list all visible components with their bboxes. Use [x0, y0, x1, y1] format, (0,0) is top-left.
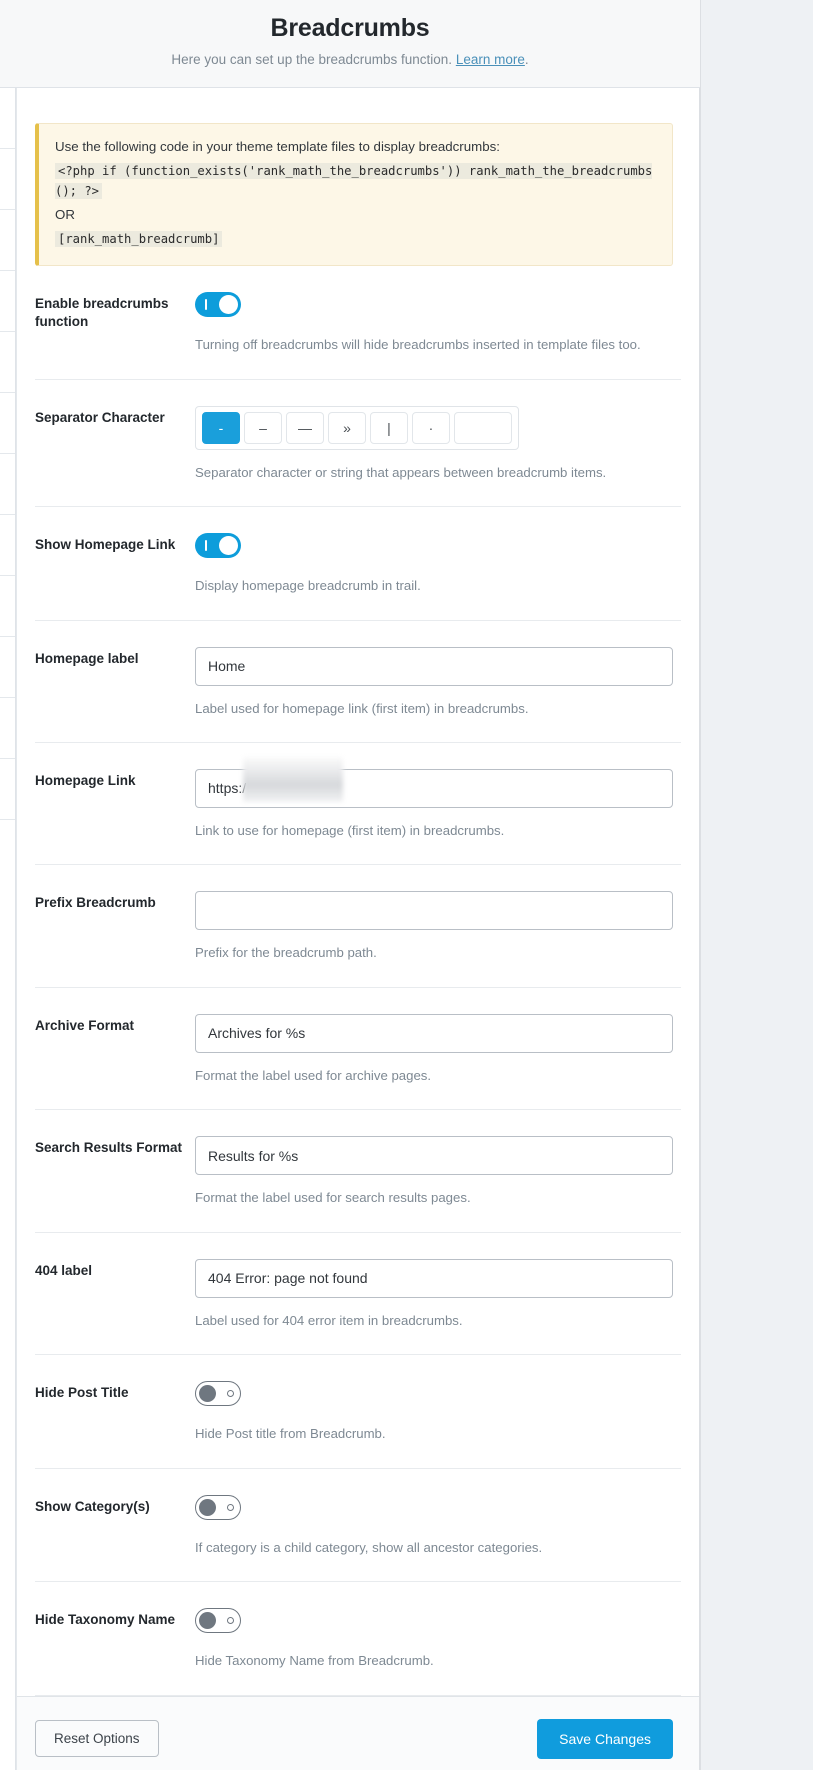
- subtitle-text: Here you can set up the breadcrumbs func…: [171, 52, 453, 67]
- toggle-on-bar-icon: [205, 299, 207, 311]
- reset-options-button[interactable]: Reset Options: [35, 1720, 159, 1758]
- separator-option-middot[interactable]: ·: [412, 411, 450, 444]
- settings-panel: Use the following code in your theme tem…: [16, 88, 700, 1770]
- archive-format-input[interactable]: [195, 1013, 673, 1053]
- setting-row-show-categories: Show Category(s) If category is a child …: [35, 1469, 681, 1583]
- code-notice: Use the following code in your theme tem…: [35, 123, 673, 267]
- learn-more-link[interactable]: Learn more: [456, 52, 525, 67]
- separator-options-group: - – — » | ·: [195, 405, 519, 450]
- homepage-link-wrapper: [195, 756, 673, 808]
- setting-row-homepage-label: Homepage label Label used for homepage l…: [35, 621, 681, 743]
- breadcrumbs-settings-page: Breadcrumbs Here you can set up the brea…: [0, 0, 813, 1770]
- desc-homepage-label: Label used for homepage link (first item…: [195, 700, 529, 716]
- label-archive-format: Archive Format: [35, 1017, 135, 1033]
- toggle-off-ring-icon: [227, 1503, 234, 1511]
- notice-or: OR: [55, 206, 75, 222]
- right-gutter: [700, 0, 813, 1770]
- desc-404-label: Label used for 404 error item in breadcr…: [195, 1312, 463, 1328]
- toggle-show-categories[interactable]: [195, 1494, 241, 1520]
- toggle-hide-post-title[interactable]: [195, 1381, 241, 1407]
- label-show-categories: Show Category(s): [35, 1498, 150, 1514]
- setting-row-404-label: 404 label Label used for 404 error item …: [35, 1233, 681, 1356]
- toggle-knob: [199, 1612, 216, 1630]
- sidebar-item[interactable]: [0, 637, 15, 698]
- desc-prefix-breadcrumb: Prefix for the breadcrumb path.: [195, 945, 377, 961]
- toggle-knob: [219, 295, 238, 315]
- label-show-homepage-link: Show Homepage Link: [35, 537, 176, 553]
- sidebar-item[interactable]: [0, 210, 15, 271]
- label-search-results-format: Search Results Format: [35, 1140, 183, 1156]
- search-results-format-input[interactable]: [195, 1136, 673, 1176]
- label-hide-post-title: Hide Post Title: [35, 1385, 129, 1401]
- setting-row-archive-format: Archive Format Format the label used for…: [35, 988, 681, 1111]
- toggle-hide-taxonomy-name[interactable]: [195, 1608, 241, 1634]
- label-separator-character: Separator Character: [35, 409, 165, 425]
- setting-row-show-homepage-link: Show Homepage Link Display homepage brea…: [35, 507, 681, 621]
- sidebar-sliver: [0, 88, 16, 1770]
- notice-intro: Use the following code in your theme tem…: [55, 139, 500, 154]
- separator-option-guillemet[interactable]: »: [328, 411, 366, 444]
- toggle-enable-breadcrumbs[interactable]: [195, 292, 241, 318]
- separator-option-en-dash[interactable]: –: [244, 411, 282, 444]
- sidebar-item[interactable]: [0, 149, 15, 210]
- label-prefix-breadcrumb: Prefix Breadcrumb: [35, 895, 156, 911]
- desc-show-categories: If category is a child category, show al…: [195, 1539, 543, 1555]
- sidebar-item[interactable]: [0, 698, 15, 759]
- desc-search-results-format: Format the label used for search results…: [195, 1190, 471, 1206]
- toggle-knob: [219, 536, 238, 556]
- sidebar-item[interactable]: [0, 576, 15, 637]
- page-title: Breadcrumbs: [270, 14, 430, 42]
- toggle-off-ring-icon: [227, 1390, 234, 1398]
- toggle-knob: [199, 1385, 216, 1403]
- page-subtitle: Here you can set up the breadcrumbs func…: [0, 52, 700, 67]
- sidebar-item[interactable]: [0, 759, 15, 820]
- label-homepage-label: Homepage label: [35, 650, 139, 666]
- desc-hide-taxonomy-name: Hide Taxonomy Name from Breadcrumb.: [195, 1653, 434, 1669]
- error-404-label-input[interactable]: [195, 1258, 673, 1298]
- desc-enable-breadcrumbs: Turning off breadcrumbs will hide breadc…: [195, 337, 641, 353]
- desc-hide-post-title: Hide Post title from Breadcrumb.: [195, 1426, 386, 1442]
- shortcode-snippet[interactable]: [rank_math_breadcrumb]: [55, 231, 223, 248]
- save-changes-button[interactable]: Save Changes: [537, 1718, 673, 1759]
- toggle-off-ring-icon: [227, 1617, 234, 1625]
- desc-homepage-link: Link to use for homepage (first item) in…: [195, 822, 505, 838]
- subtitle-period: .: [524, 52, 529, 67]
- homepage-link-input[interactable]: [195, 768, 673, 808]
- separator-option-em-dash[interactable]: —: [286, 411, 324, 444]
- toggle-knob: [199, 1498, 216, 1516]
- sidebar-item[interactable]: [0, 515, 15, 576]
- label-homepage-link: Homepage Link: [35, 772, 136, 788]
- php-snippet[interactable]: <?php if (function_exists('rank_math_the…: [55, 162, 653, 200]
- separator-option-pipe[interactable]: |: [370, 411, 408, 444]
- setting-row-search-results-format: Search Results Format Format the label u…: [35, 1110, 681, 1233]
- prefix-breadcrumb-input[interactable]: [195, 891, 673, 931]
- setting-row-homepage-link: Homepage Link Link to use for homepage (…: [35, 743, 681, 866]
- panel-footer: Reset Options Save Changes: [17, 1695, 699, 1770]
- sidebar-item[interactable]: [0, 271, 15, 332]
- setting-row-prefix-breadcrumb: Prefix Breadcrumb Prefix for the breadcr…: [35, 865, 681, 988]
- label-enable-breadcrumbs: Enable breadcrumbs function: [35, 296, 169, 330]
- sidebar-item[interactable]: [0, 88, 15, 149]
- toggle-on-bar-icon: [205, 540, 207, 552]
- desc-archive-format: Format the label used for archive pages.: [195, 1067, 432, 1083]
- separator-custom-input[interactable]: [454, 411, 512, 444]
- label-404-label: 404 label: [35, 1262, 93, 1278]
- setting-row-separator-character: Separator Character - – — » | · Separato…: [35, 380, 681, 508]
- page-header: Breadcrumbs Here you can set up the brea…: [0, 0, 700, 88]
- separator-option-hyphen[interactable]: -: [202, 411, 240, 444]
- setting-row-enable-breadcrumbs: Enable breadcrumbs function Turning off …: [35, 266, 681, 380]
- sidebar-item[interactable]: [0, 454, 15, 515]
- toggle-show-homepage-link[interactable]: [195, 533, 241, 559]
- homepage-label-input[interactable]: [195, 646, 673, 686]
- desc-show-homepage-link: Display homepage breadcrumb in trail.: [195, 578, 421, 594]
- label-hide-taxonomy-name: Hide Taxonomy Name: [35, 1612, 176, 1628]
- setting-row-hide-taxonomy-name: Hide Taxonomy Name Hide Taxonomy Name fr…: [35, 1582, 681, 1696]
- sidebar-item[interactable]: [0, 393, 15, 454]
- sidebar-item[interactable]: [0, 332, 15, 393]
- setting-row-hide-post-title: Hide Post Title Hide Post title from Bre…: [35, 1355, 681, 1469]
- desc-separator-character: Separator character or string that appea…: [195, 464, 607, 480]
